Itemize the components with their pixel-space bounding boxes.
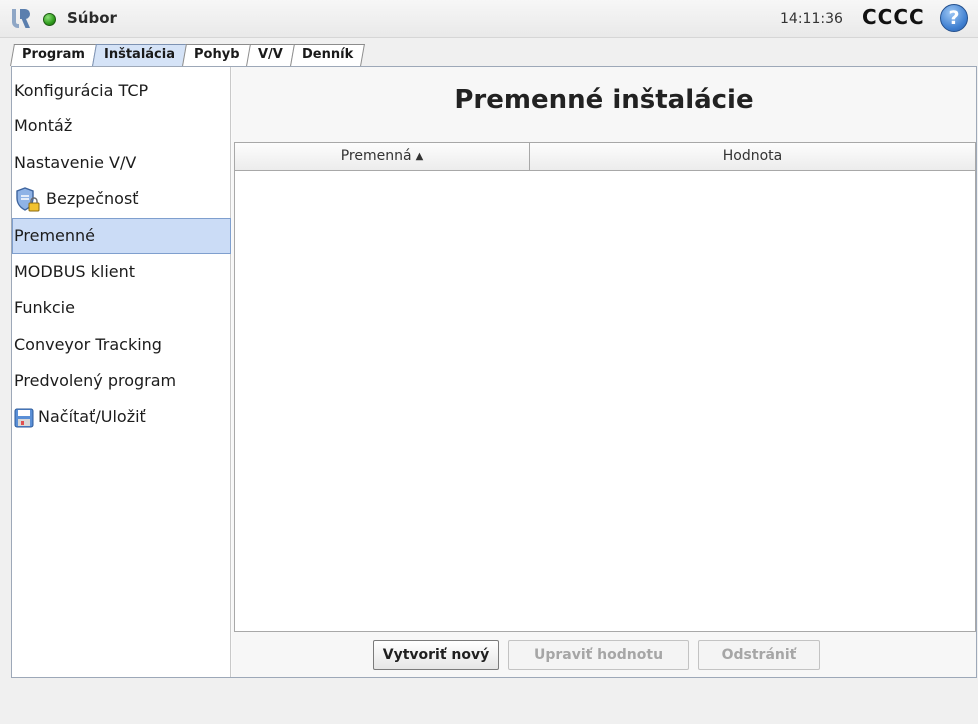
- column-header-value[interactable]: Hodnota: [530, 143, 975, 171]
- sidebar-item-label: Nastavenie V/V: [14, 153, 137, 172]
- sidebar-item-modbus-client[interactable]: MODBUS klient: [12, 254, 231, 290]
- sidebar-item-label: Bezpečnosť: [46, 189, 139, 208]
- sidebar-item-default-program[interactable]: Predvolený program: [12, 363, 231, 399]
- variables-table[interactable]: Premenná ▲ Hodnota: [234, 142, 976, 632]
- floppy-disk-icon: [14, 408, 34, 427]
- clock: 14:11:36: [780, 11, 843, 27]
- sidebar-item-io-setup[interactable]: Nastavenie V/V: [12, 145, 231, 181]
- sort-ascending-icon: ▲: [415, 151, 424, 162]
- status-green-dot-icon: [43, 13, 56, 26]
- sidebar-item-label: Premenné: [14, 226, 95, 245]
- column-header-variable[interactable]: Premenná ▲: [235, 143, 530, 171]
- tab-installation[interactable]: Inštalácia: [91, 44, 187, 66]
- tab-io[interactable]: V/V: [246, 44, 296, 66]
- tab-label: Inštalácia: [103, 47, 175, 62]
- top-bar: Súbor 14:11:36 CCCC ?: [0, 0, 978, 38]
- tab-label: V/V: [258, 47, 284, 62]
- sidebar-item-conveyor-tracking[interactable]: Conveyor Tracking: [12, 327, 231, 363]
- sidebar-item-label: Montáž: [14, 116, 73, 135]
- tab-label: Pohyb: [193, 47, 240, 62]
- sidebar-item-label: Konfigurácia TCP: [14, 81, 149, 100]
- tab-program[interactable]: Program: [10, 44, 97, 66]
- robot-name: CCCC: [862, 5, 925, 29]
- column-header-label: Premenná: [340, 148, 412, 164]
- tab-log[interactable]: Denník: [290, 44, 366, 66]
- tab-label: Program: [22, 47, 85, 62]
- sidebar-item-mounting[interactable]: Montáž: [12, 108, 231, 144]
- tab-label: Denník: [302, 47, 354, 62]
- page-title: Premenné inštalácie: [454, 85, 754, 115]
- installation-panel: Konfigurácia TCP Montáž Nastavenie V/V B…: [11, 66, 977, 678]
- bottom-strip: [0, 679, 978, 724]
- tab-move[interactable]: Pohyb: [181, 44, 252, 66]
- help-icon[interactable]: ?: [940, 4, 968, 32]
- sidebar-item-label: Conveyor Tracking: [14, 335, 162, 354]
- sidebar-item-load-save[interactable]: Načítať/Uložiť: [12, 399, 231, 435]
- edit-value-button[interactable]: Upraviť hodnotu: [508, 640, 689, 670]
- sidebar-item-safety[interactable]: Bezpečnosť: [12, 181, 231, 217]
- sidebar-item-label: Predvolený program: [14, 371, 177, 390]
- sidebar-item-variables[interactable]: Premenné: [12, 218, 231, 254]
- ur-logo-icon: [12, 8, 31, 29]
- file-menu[interactable]: Súbor: [67, 9, 117, 27]
- sidebar-item-features[interactable]: Funkcie: [12, 290, 231, 326]
- main-tabs: Program Inštalácia Pohyb V/V Denník: [10, 44, 366, 66]
- sidebar-item-tcp-config[interactable]: Konfigurácia TCP: [12, 73, 231, 109]
- sidebar-item-label: Funkcie: [14, 298, 75, 317]
- variables-content: Premenné inštalácie Premenná ▲ Hodnota Vy…: [232, 67, 976, 677]
- column-header-label: Hodnota: [722, 148, 783, 164]
- shield-lock-icon: [16, 186, 40, 211]
- delete-button[interactable]: Odstrániť: [698, 640, 820, 670]
- sidebar-item-label: MODBUS klient: [14, 262, 136, 281]
- sidebar-item-label: Načítať/Uložiť: [38, 407, 146, 426]
- create-new-button[interactable]: Vytvoriť nový: [373, 640, 499, 670]
- installation-sidebar: Konfigurácia TCP Montáž Nastavenie V/V B…: [12, 67, 231, 677]
